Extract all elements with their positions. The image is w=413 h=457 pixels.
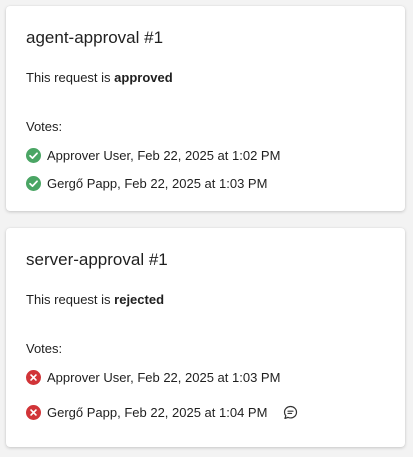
check-circle-icon (26, 147, 41, 163)
card-title: agent-approval #1 (26, 28, 164, 47)
status-value: rejected (114, 292, 165, 307)
vote-item: Approver User, Feb 22, 2025 at 1:03 PM (26, 368, 280, 386)
vote-text: Approver User, Feb 22, 2025 at 1:02 PM (47, 147, 281, 163)
votes-label: Votes: (26, 341, 63, 356)
x-circle-icon (26, 369, 41, 385)
status-text: This request is rejected (26, 292, 164, 307)
status-prefix: This request is (26, 292, 115, 307)
vote-text: Gergő Papp, Feb 22, 2025 at 1:03 PM (47, 175, 268, 191)
vote-text: Approver User, Feb 22, 2025 at 1:03 PM (47, 369, 281, 385)
approval-card-server: server-approval #1 This request is rejec… (6, 228, 405, 447)
card-title: server-approval #1 (26, 250, 168, 269)
vote-item: Gergő Papp, Feb 22, 2025 at 1:04 PM (26, 403, 298, 421)
comment-icon[interactable] (283, 405, 298, 420)
check-circle-icon (26, 175, 41, 191)
status-prefix: This request is (26, 70, 115, 85)
status-text: This request is approved (26, 70, 173, 85)
votes-label: Votes: (26, 119, 63, 134)
x-circle-icon (26, 404, 41, 420)
approval-card-agent: agent-approval #1 This request is approv… (6, 6, 405, 211)
vote-item: Approver User, Feb 22, 2025 at 1:02 PM (26, 146, 280, 164)
vote-item: Gergő Papp, Feb 22, 2025 at 1:03 PM (26, 174, 267, 192)
status-value: approved (114, 70, 173, 85)
vote-text: Gergő Papp, Feb 22, 2025 at 1:04 PM (47, 404, 268, 420)
